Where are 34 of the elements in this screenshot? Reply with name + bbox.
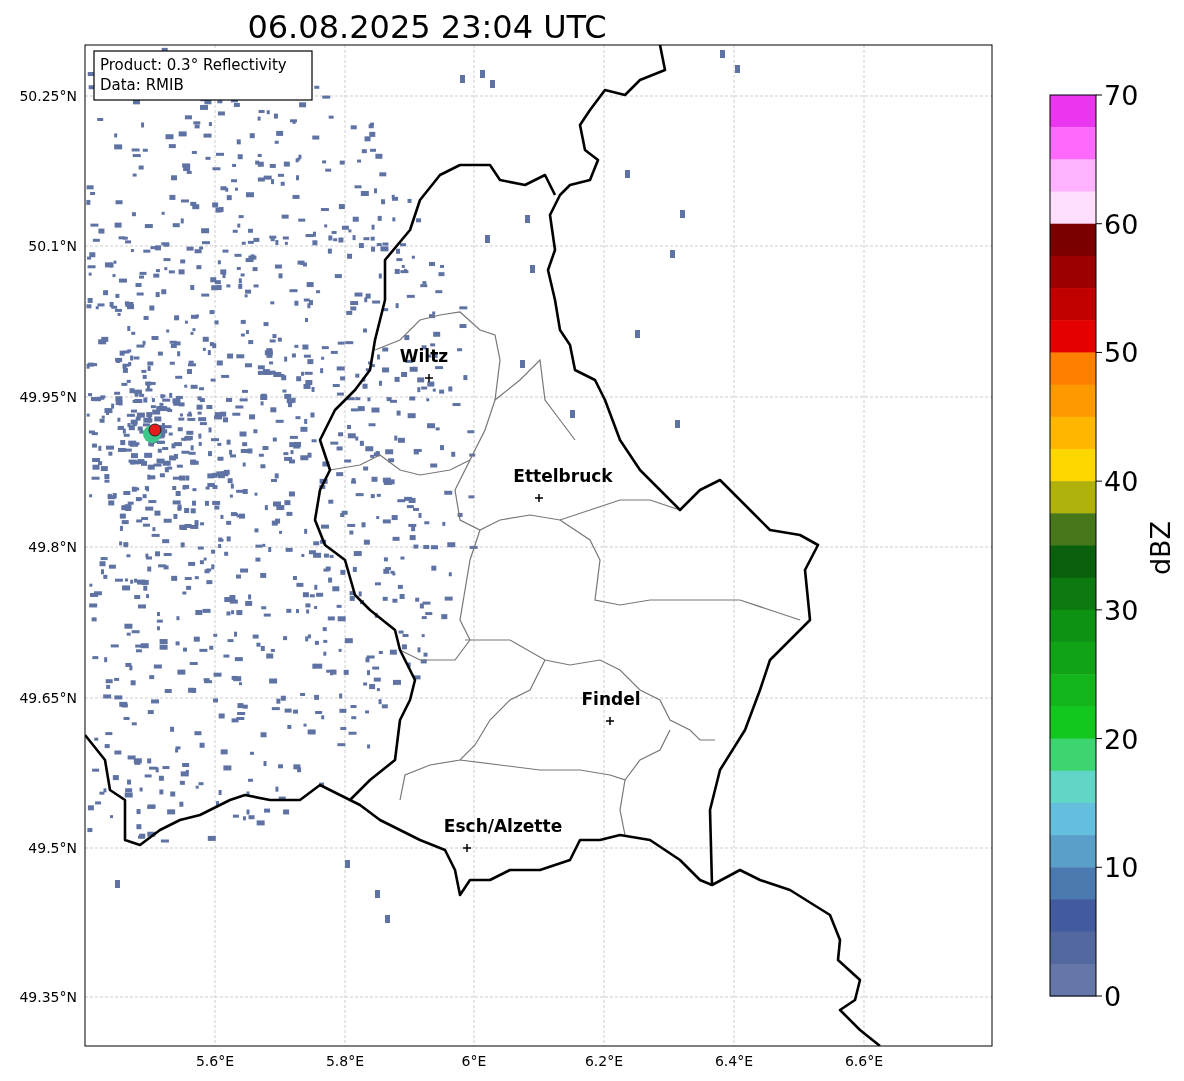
city-marker-icon: [605, 716, 615, 726]
colorbar-tick-label: 40: [1104, 466, 1139, 498]
city-label: Wiltz: [399, 346, 449, 366]
axis-tick-label: 49.65°N: [19, 690, 77, 706]
colorbar-title: dBZ: [1145, 520, 1176, 576]
city-label: Ettelbruck: [513, 466, 613, 486]
colorbar-tick-label: 70: [1104, 80, 1139, 111]
axis-tick-label: 5.6°E: [195, 1053, 235, 1069]
city-marker-icon: [462, 843, 472, 853]
radar-site-icon: [143, 423, 162, 443]
axis-tick-label: 49.8°N: [28, 539, 77, 555]
axis-tick-label: 49.35°N: [19, 989, 77, 1005]
axis-tick-label: 6.6°E: [844, 1053, 884, 1069]
colorbar-tick-label: 50: [1104, 337, 1139, 369]
axis-tick-label: 50.1°N: [28, 238, 77, 254]
info-text: Data: RMIB: [100, 76, 184, 94]
axis-tick-label: 49.95°N: [19, 389, 77, 405]
city-label: Esch/Alzette: [443, 816, 563, 836]
colorbar-tick-label: 10: [1104, 852, 1139, 884]
city-label: Findel: [581, 689, 641, 709]
axis-tick-label: 50.25°N: [19, 88, 77, 104]
colorbar-tick-label: 20: [1104, 723, 1139, 755]
axis-tick-label: 5.8°E: [325, 1053, 365, 1069]
axis-tick-label: 6.2°E: [584, 1053, 624, 1069]
axis-tick-label: 6°E: [461, 1053, 487, 1069]
chart-title: 06.08.2025 23:04 UTC: [247, 8, 607, 46]
colorbar-tick-label: 60: [1104, 208, 1139, 240]
info-text: Product: 0.3° Reflectivity: [100, 56, 287, 74]
city-marker-icon: [534, 493, 544, 503]
city-marker-icon: [424, 373, 434, 383]
colorbar-tick-label: 0: [1104, 981, 1122, 1012]
colorbar-tick-label: 30: [1104, 594, 1139, 626]
axis-tick-label: 49.5°N: [28, 840, 77, 856]
axis-tick-label: 6.4°E: [714, 1053, 754, 1069]
